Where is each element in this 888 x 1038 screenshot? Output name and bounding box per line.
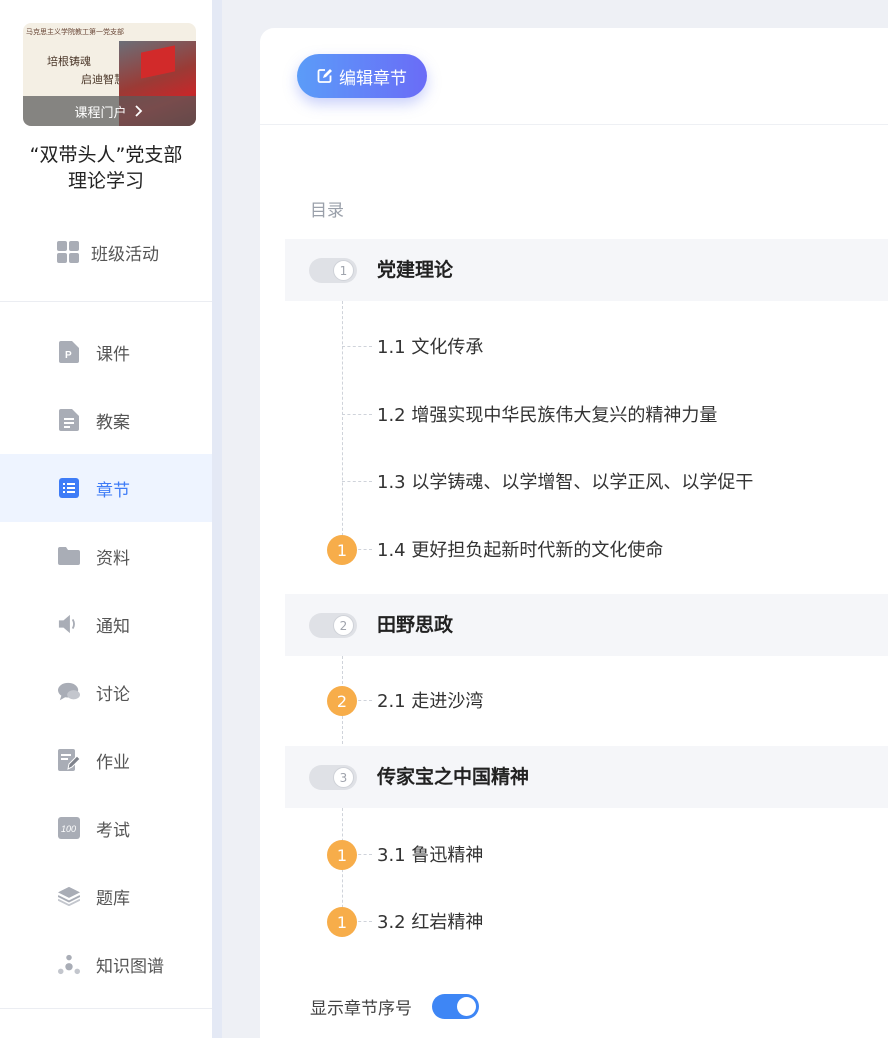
- sidebar-item-label: 考试: [96, 820, 130, 841]
- sidebar-item-lesson-plan[interactable]: 教案: [0, 386, 212, 454]
- grid-icon: [57, 241, 79, 263]
- unread-badge: 1: [327, 840, 357, 870]
- section-item[interactable]: 1.2 增强实现中华民族伟大复兴的精神力量: [342, 394, 717, 434]
- folder-icon: [58, 545, 80, 567]
- speaker-icon: [58, 613, 80, 635]
- banner-slogan-line1: 培根铸魂: [47, 55, 91, 68]
- sidebar-item-label: 资料: [96, 548, 130, 569]
- section-label: 1.1 文化传承: [377, 337, 484, 358]
- exam-score-icon: 100: [58, 817, 80, 839]
- sidebar-item-courseware[interactable]: P 课件: [0, 318, 212, 386]
- sidebar-item-label: 通知: [96, 616, 130, 637]
- unread-badge: 2: [327, 686, 357, 716]
- chapter-collapse-toggle[interactable]: 3: [309, 765, 357, 790]
- sidebar-bottom-divider: [0, 1008, 212, 1009]
- chevron-right-icon: [134, 105, 142, 117]
- edit-document-icon: [58, 749, 80, 771]
- sidebar-item-label: 教案: [96, 412, 130, 433]
- lesson-plan-file-icon: [58, 409, 80, 431]
- edit-icon: [317, 69, 332, 83]
- show-chapter-number-switch[interactable]: [432, 994, 479, 1019]
- unread-badge: 1: [327, 535, 357, 565]
- list-icon: [58, 477, 80, 499]
- course-portal-button[interactable]: 课程门户: [23, 96, 196, 126]
- chat-bubble-icon: [58, 681, 80, 703]
- sidebar-item-label: 讨论: [96, 684, 130, 705]
- sidebar-item-notices[interactable]: 通知: [0, 590, 212, 658]
- sidebar-item-label: 题库: [96, 888, 130, 909]
- section-item[interactable]: 2.1 走进沙湾 2: [327, 680, 484, 720]
- tree-branch: [342, 345, 372, 347]
- switch-knob: [457, 997, 476, 1016]
- sidebar-gutter: [212, 0, 222, 1038]
- sidebar-item-question-bank[interactable]: 题库: [0, 862, 212, 930]
- section-label: 3.1 鲁迅精神: [377, 845, 484, 866]
- tree-branch: [342, 413, 372, 415]
- sidebar-item-label: 作业: [96, 752, 130, 773]
- sidebar-divider: [0, 301, 212, 302]
- sidebar-item-chapters[interactable]: 章节: [0, 454, 212, 522]
- banner-org-text: 马克思主义学院教工第一党支部: [26, 28, 124, 36]
- section-item[interactable]: 3.2 红岩精神 1: [327, 901, 484, 941]
- sidebar-item-label: 课件: [96, 344, 130, 365]
- chapter-number: 1: [333, 260, 354, 281]
- chapter-number: 2: [333, 615, 354, 636]
- chapter-row[interactable]: 3 传家宝之中国精神: [285, 746, 888, 808]
- knowledge-graph-icon: [58, 953, 80, 975]
- chapter-title: 传家宝之中国精神: [377, 766, 530, 788]
- course-portal-label: 课程门户: [74, 105, 127, 121]
- sidebar-item-materials[interactable]: 资料: [0, 522, 212, 590]
- course-banner[interactable]: 马克思主义学院教工第一党支部 培根铸魂 启迪智慧 课程门户: [23, 23, 196, 126]
- layers-icon: [58, 885, 80, 907]
- sidebar-item-knowledge-graph[interactable]: 知识图谱: [0, 930, 212, 998]
- course-title: “双带头人”党支部理论学习: [29, 144, 183, 192]
- sidebar: 马克思主义学院教工第一党支部 培根铸魂 启迪智慧 课程门户 “双带头人”党支部理…: [0, 0, 212, 1038]
- sidebar-item-exam[interactable]: 100 考试: [0, 794, 212, 862]
- sidebar-item-discussion[interactable]: 讨论: [0, 658, 212, 726]
- section-label: 1.3 以学铸魂、以学增智、以学正风、以学促干: [377, 472, 754, 493]
- section-label: 3.2 红岩精神: [377, 912, 484, 933]
- chapter-collapse-toggle[interactable]: 1: [309, 258, 357, 283]
- show-chapter-number-label: 显示章节序号: [310, 999, 412, 1019]
- chapter-title: 党建理论: [377, 259, 454, 281]
- edit-chapters-label: 编辑章节: [339, 68, 407, 88]
- sidebar-item-homework[interactable]: 作业: [0, 726, 212, 794]
- ppt-file-icon: P: [58, 341, 80, 363]
- svg-text:100: 100: [61, 824, 76, 834]
- svg-text:P: P: [65, 350, 72, 361]
- section-label: 2.1 走进沙湾: [377, 691, 484, 712]
- section-item[interactable]: 1.1 文化传承: [342, 326, 483, 366]
- chapter-card: 编辑章节 目录 1 党建理论 1.1 文化传承 1.2 增强实现中华民族伟大复兴…: [260, 28, 888, 1038]
- section-label: 1.2 增强实现中华民族伟大复兴的精神力量: [377, 405, 718, 426]
- edit-chapters-button[interactable]: 编辑章节: [297, 54, 427, 98]
- chapter-row[interactable]: 2 田野思政: [285, 594, 888, 656]
- section-label: 1.4 更好担负起新时代新的文化使命: [377, 540, 664, 561]
- sidebar-nav: P 课件 教案 章节 资料 通知 讨论 作业 100 考试 题库 知识图谱: [0, 318, 212, 998]
- chapter-collapse-toggle[interactable]: 2: [309, 613, 357, 638]
- unread-badge: 1: [327, 907, 357, 937]
- toc-title: 目录: [310, 201, 344, 221]
- tree-branch: [342, 480, 372, 482]
- show-chapter-number-setting: 显示章节序号: [310, 994, 479, 1019]
- section-item[interactable]: 1.3 以学铸魂、以学增智、以学正风、以学促干: [342, 461, 753, 501]
- card-divider: [260, 124, 888, 125]
- chapter-number: 3: [333, 767, 354, 788]
- section-item[interactable]: 3.1 鲁迅精神 1: [327, 834, 484, 874]
- chapter-row[interactable]: 1 党建理论: [285, 239, 888, 301]
- section-item[interactable]: 1.4 更好担负起新时代新的文化使命 1: [327, 529, 664, 569]
- chapter-title: 田野思政: [377, 614, 454, 636]
- class-activity-label: 班级活动: [91, 244, 159, 265]
- class-activity-link[interactable]: 班级活动: [57, 238, 159, 266]
- sidebar-item-label: 章节: [96, 480, 130, 501]
- sidebar-item-label: 知识图谱: [96, 956, 164, 977]
